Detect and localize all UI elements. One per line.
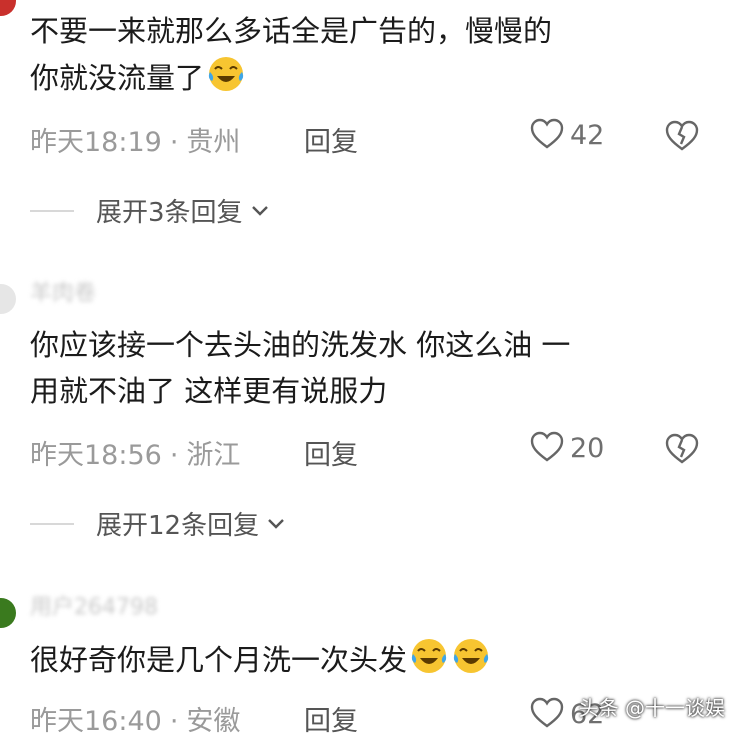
- laughing-crying-emoji: [208, 57, 244, 91]
- divider: [30, 209, 74, 212]
- content-line: 不要一来就那么多话全是广告的，慢慢的: [30, 14, 553, 48]
- comment-location: 安徽: [186, 706, 241, 737]
- content-line: 用就不油了 这样更有说服力: [30, 374, 388, 408]
- broken-heart-icon: [665, 433, 699, 464]
- content-line-with-emoji: 你就没流量了: [30, 54, 710, 101]
- comment-location: 浙江: [186, 440, 241, 471]
- expand-replies[interactable]: 展开12条回复: [30, 505, 287, 542]
- username[interactable]: 用户264798: [30, 589, 158, 621]
- content-line-text: 你就没流量了: [30, 61, 205, 95]
- heart-outline-icon: [530, 697, 564, 728]
- reply-button[interactable]: 回复: [304, 699, 358, 738]
- avatar[interactable]: [0, 0, 16, 16]
- separator: ·: [169, 127, 179, 158]
- like-button[interactable]: 42: [530, 118, 604, 152]
- chevron-down-icon: [268, 518, 284, 529]
- laughing-crying-emoji: [411, 639, 447, 673]
- like-button[interactable]: 20: [530, 431, 604, 465]
- expand-replies[interactable]: 展开3条回复: [30, 192, 271, 229]
- chevron-down-icon: [251, 205, 268, 216]
- dislike-button[interactable]: [665, 120, 699, 156]
- like-count: 42: [570, 119, 605, 151]
- comment-date: 昨天18:19: [30, 127, 162, 158]
- laughing-crying-emoji: [453, 639, 489, 673]
- expand-replies-label: 展开3条回复: [96, 198, 243, 228]
- comment-date: 昨天16:40: [30, 706, 162, 737]
- content-line: 你应该接一个去头油的洗发水 你这么油 一: [30, 328, 571, 362]
- comment-meta: 昨天18:19 · 贵州: [30, 120, 240, 159]
- dislike-button[interactable]: [665, 433, 699, 469]
- separator: ·: [169, 706, 179, 737]
- like-count: 20: [570, 432, 605, 464]
- comment-location: 贵州: [186, 127, 241, 158]
- heart-outline-icon: [530, 118, 564, 149]
- avatar[interactable]: [0, 598, 16, 628]
- comment-meta: 昨天18:56 · 浙江: [30, 433, 240, 472]
- expand-replies-label: 展开12条回复: [96, 511, 260, 541]
- reply-button[interactable]: 回复: [304, 433, 358, 472]
- content-line-with-emoji: 很好奇你是几个月洗一次头发: [30, 636, 710, 683]
- broken-heart-icon: [665, 120, 699, 151]
- avatar[interactable]: [0, 284, 16, 314]
- separator: ·: [169, 440, 179, 471]
- comment-content: 你应该接一个去头油的洗发水 你这么油 一 用就不油了 这样更有说服力: [30, 322, 710, 414]
- username[interactable]: 羊肉卷: [30, 275, 96, 307]
- comment-date: 昨天18:56: [30, 440, 162, 471]
- content-line-text: 很好奇你是几个月洗一次头发: [30, 643, 408, 677]
- comment-meta: 昨天16:40 · 安徽: [30, 699, 240, 738]
- heart-outline-icon: [530, 431, 564, 462]
- watermark: 头条 @十一谈娱: [578, 696, 725, 720]
- comment-content: 不要一来就那么多话全是广告的，慢慢的 你就没流量了: [30, 8, 710, 101]
- reply-button[interactable]: 回复: [304, 120, 358, 159]
- divider: [30, 522, 74, 525]
- comment-content: 很好奇你是几个月洗一次头发: [30, 636, 710, 683]
